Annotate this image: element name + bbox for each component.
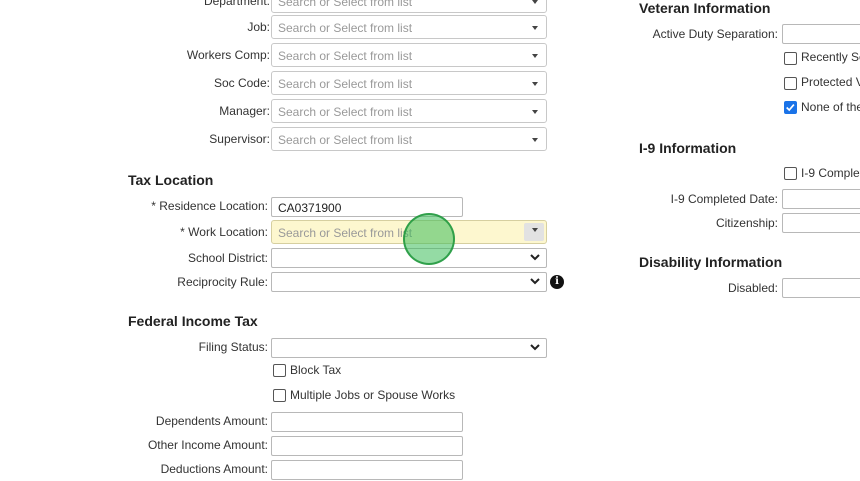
recently-separated-label: Recently Se: [801, 50, 860, 64]
soc-code-placeholder: Search or Select from list: [278, 77, 413, 91]
disabled-input[interactable]: [782, 278, 860, 298]
deductions-amount-input[interactable]: [271, 460, 463, 480]
disabled-label: Disabled:: [727, 281, 778, 295]
work-location-label-text: Work Location:: [188, 225, 268, 239]
dropdown-button[interactable]: [524, 223, 544, 241]
tax-location-heading: Tax Location: [128, 172, 214, 188]
other-income-amount-input[interactable]: [271, 436, 463, 456]
required-marker: *: [180, 225, 185, 239]
i9-completed-checkbox[interactable]: [784, 167, 797, 180]
workers-comp-label: Workers Comp:: [186, 48, 270, 62]
dependents-amount-input[interactable]: [271, 412, 463, 432]
chevron-down-icon: [532, 26, 538, 30]
manager-placeholder: Search or Select from list: [278, 105, 413, 119]
chevron-down-icon: [532, 110, 538, 114]
none-of-the-above-checkbox[interactable]: [784, 101, 797, 114]
filing-status-select[interactable]: [271, 338, 547, 358]
department-placeholder: Search or Select from list: [278, 0, 413, 9]
citizenship-input[interactable]: [782, 213, 860, 233]
i9-completed-label: I-9 Complet: [801, 166, 860, 180]
chevron-down-icon: [530, 254, 540, 261]
i9-completed-date-input[interactable]: [782, 189, 860, 209]
manager-label: Manager:: [219, 104, 270, 118]
department-combobox[interactable]: Search or Select from list: [271, 0, 547, 13]
chevron-down-icon: [532, 0, 538, 4]
required-marker: *: [151, 199, 156, 213]
soc-code-combobox[interactable]: Search or Select from list: [271, 71, 547, 95]
multiple-jobs-checkbox[interactable]: [273, 389, 286, 402]
supervisor-placeholder: Search or Select from list: [278, 133, 413, 147]
job-combobox[interactable]: Search or Select from list: [271, 15, 547, 39]
supervisor-label: Supervisor:: [209, 132, 270, 146]
workers-comp-placeholder: Search or Select from list: [278, 49, 413, 63]
manager-combobox[interactable]: Search or Select from list: [271, 99, 547, 123]
school-district-label: School District:: [187, 251, 268, 265]
federal-income-tax-heading: Federal Income Tax: [128, 313, 258, 329]
block-tax-checkbox[interactable]: [273, 364, 286, 377]
work-location-placeholder: Search or Select from list: [278, 226, 413, 240]
residence-location-label: * Residence Location:: [151, 199, 268, 213]
block-tax-label: Block Tax: [290, 363, 342, 377]
reciprocity-rule-select[interactable]: [271, 272, 547, 292]
work-location-label: * Work Location:: [180, 225, 268, 239]
residence-location-value: CA0371900: [278, 201, 342, 215]
residence-location-label-text: Residence Location:: [159, 199, 268, 213]
job-placeholder: Search or Select from list: [278, 21, 413, 35]
protected-veteran-label: Protected V: [801, 75, 860, 89]
supervisor-combobox[interactable]: Search or Select from list: [271, 127, 547, 151]
other-income-amount-label: Other Income Amount:: [147, 438, 268, 452]
multiple-jobs-label: Multiple Jobs or Spouse Works: [290, 388, 456, 402]
recently-separated-checkbox[interactable]: [784, 52, 797, 65]
active-duty-separation-label: Active Duty Separation:: [652, 27, 778, 41]
reciprocity-rule-label: Reciprocity Rule:: [177, 275, 268, 289]
chevron-down-icon: [530, 344, 540, 351]
info-icon[interactable]: i: [550, 275, 564, 289]
active-duty-separation-input[interactable]: [782, 24, 860, 44]
none-of-the-above-label: None of the: [801, 100, 860, 114]
protected-veteran-checkbox[interactable]: [784, 77, 797, 90]
workers-comp-combobox[interactable]: Search or Select from list: [271, 43, 547, 67]
filing-status-label: Filing Status:: [198, 340, 268, 354]
i9-information-heading: I-9 Information: [639, 140, 737, 156]
chevron-down-icon: [530, 278, 540, 285]
deductions-amount-label: Deductions Amount:: [160, 462, 268, 476]
veteran-information-heading: Veteran Information: [639, 0, 771, 16]
disability-information-heading: Disability Information: [639, 254, 783, 270]
dependents-amount-label: Dependents Amount:: [155, 414, 268, 428]
chevron-down-icon: [532, 54, 538, 58]
chevron-down-icon: [532, 138, 538, 142]
citizenship-label: Citizenship:: [715, 216, 778, 230]
checkmark-icon: [786, 103, 795, 112]
click-indicator: [403, 213, 455, 265]
job-label: Job:: [247, 20, 270, 34]
soc-code-label: Soc Code:: [213, 76, 270, 90]
chevron-down-icon: [532, 228, 538, 232]
chevron-down-icon: [532, 82, 538, 86]
department-label: Department:: [203, 0, 270, 8]
i9-completed-date-label: I-9 Completed Date:: [670, 192, 778, 206]
